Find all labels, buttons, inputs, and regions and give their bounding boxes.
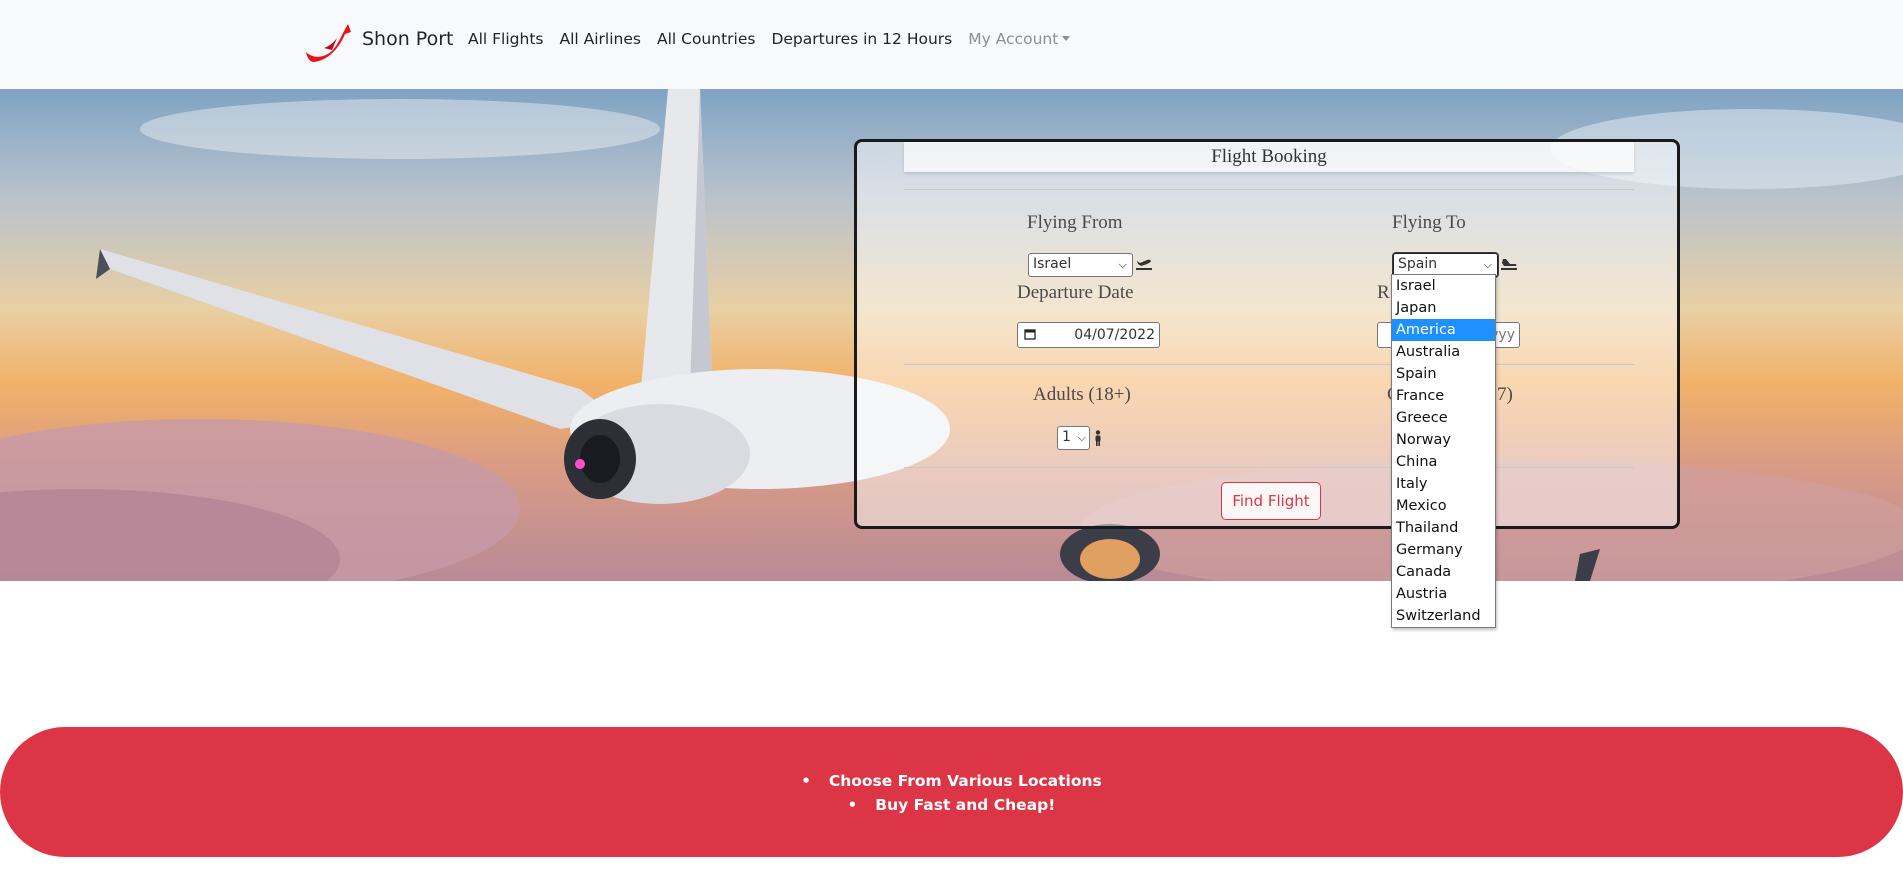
departure-date-label: Departure Date (1017, 282, 1134, 303)
return-date-label: R (1377, 282, 1390, 303)
option-japan[interactable]: Japan (1392, 297, 1495, 319)
nav-links: All Flights All Airlines All Countries D… (460, 30, 1078, 48)
divider (904, 467, 1634, 468)
flying-to-value: Spain (1398, 256, 1438, 272)
option-italy[interactable]: Italy (1392, 473, 1495, 495)
flying-from-value: Israel (1033, 256, 1072, 272)
option-spain[interactable]: Spain (1392, 363, 1495, 385)
flying-from-label: Flying From (1027, 212, 1123, 233)
option-norway[interactable]: Norway (1392, 429, 1495, 451)
nav-my-account-dropdown[interactable]: My Account (960, 30, 1078, 48)
chevron-down-icon: ⌵ (1077, 431, 1086, 444)
option-israel[interactable]: Israel (1392, 275, 1495, 297)
chevron-down-icon: ⌵ (1118, 258, 1127, 271)
option-germany[interactable]: Germany (1392, 539, 1495, 561)
option-switzerland[interactable]: Switzerland (1392, 605, 1495, 627)
brand[interactable]: Shon Port (304, 18, 453, 66)
feature-item: Choose From Various Locations (0, 769, 1903, 793)
chevron-down-icon: ⌵ (1483, 258, 1492, 271)
option-america[interactable]: America (1392, 319, 1495, 341)
flying-to-options-list: Israel Japan America Australia Spain Fra… (1391, 274, 1496, 628)
option-france[interactable]: France (1392, 385, 1495, 407)
children-label-end: 7) (1497, 384, 1513, 405)
option-greece[interactable]: Greece (1392, 407, 1495, 429)
departure-date-value: 04/07/2022 (1074, 327, 1155, 343)
nav-departures-12h[interactable]: Departures in 12 Hours (763, 30, 960, 48)
nav-all-countries[interactable]: All Countries (649, 30, 763, 48)
option-austria[interactable]: Austria (1392, 583, 1495, 605)
adults-value: 1 (1062, 429, 1071, 445)
calendar-icon (1024, 329, 1036, 340)
person-icon (1095, 430, 1101, 446)
divider (904, 189, 1634, 190)
brand-name: Shon Port (362, 28, 454, 50)
option-thailand[interactable]: Thailand (1392, 517, 1495, 539)
option-canada[interactable]: Canada (1392, 561, 1495, 583)
features-list: Choose From Various Locations Buy Fast a… (0, 769, 1903, 817)
option-mexico[interactable]: Mexico (1392, 495, 1495, 517)
brand-logo-icon (306, 24, 351, 62)
option-australia[interactable]: Australia (1392, 341, 1495, 363)
features-banner: Choose From Various Locations Buy Fast a… (0, 727, 1903, 857)
flight-booking-panel: Flight Booking Flying From Israel ⌵ Flyi… (854, 139, 1680, 529)
panel-title: Flight Booking (1211, 146, 1327, 167)
my-account-label: My Account (968, 30, 1059, 48)
adults-select[interactable]: 1 ⌵ (1057, 426, 1090, 450)
panel-header: Flight Booking (904, 142, 1634, 172)
nav-all-airlines[interactable]: All Airlines (552, 30, 649, 48)
divider (904, 364, 1634, 365)
adults-label: Adults (18+) (1033, 384, 1131, 405)
flying-to-label: Flying To (1392, 212, 1466, 233)
nav-all-flights[interactable]: All Flights (460, 30, 552, 48)
plane-departure-icon (1136, 259, 1152, 270)
plane-arrival-icon (1501, 259, 1517, 270)
flying-from-select[interactable]: Israel ⌵ (1028, 253, 1133, 277)
departure-date-input[interactable]: 04/07/2022 (1017, 322, 1160, 348)
caret-down-icon (1062, 36, 1071, 41)
feature-item: Buy Fast and Cheap! (0, 793, 1903, 817)
navbar: Shon Port All Flights All Airlines All C… (0, 0, 1903, 89)
find-flight-button[interactable]: Find Flight (1221, 482, 1321, 520)
option-china[interactable]: China (1392, 451, 1495, 473)
